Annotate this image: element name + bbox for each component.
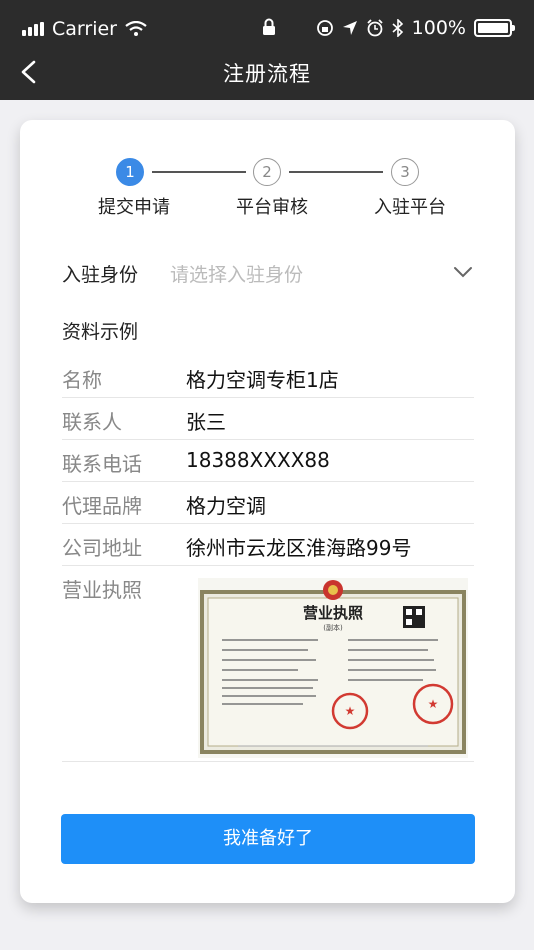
- row-key: 代理品牌: [62, 494, 142, 518]
- battery-icon: [474, 19, 515, 37]
- top-bar: Carrier 100% 注册流程: [0, 0, 534, 100]
- wifi-icon: [125, 21, 147, 36]
- info-row-name: 名称 格力空调专柜1店: [62, 356, 474, 398]
- row-key: 联系人: [62, 410, 122, 434]
- step-1-circle: 1: [116, 158, 144, 186]
- page-title: 注册流程: [223, 62, 311, 86]
- location-icon: [342, 21, 357, 35]
- info-row-contact: 联系人 张三: [62, 398, 474, 440]
- step-1-label: 提交申请: [98, 197, 170, 218]
- alarm-icon: [367, 19, 383, 37]
- step-3-circle: 3: [391, 158, 419, 186]
- carrier-label: Carrier: [52, 18, 117, 40]
- row-value: 张三: [186, 410, 226, 434]
- registration-card: 1 2 3 提交申请 平台审核 入驻平台 入驻身份 请选择入驻身份 资料示例 名…: [20, 120, 515, 903]
- orientation-lock-icon: [316, 20, 333, 36]
- identity-select[interactable]: 请选择入驻身份: [170, 260, 303, 287]
- signal-icon: [22, 22, 44, 36]
- step-2-circle: 2: [253, 158, 281, 186]
- row-key: 联系电话: [62, 452, 142, 476]
- section-title: 资料示例: [62, 321, 139, 343]
- row-value: 格力空调专柜1店: [186, 368, 339, 392]
- ready-button[interactable]: 我准备好了: [61, 814, 475, 864]
- step-3-label: 入驻平台: [374, 197, 446, 218]
- row-key: 营业执照: [62, 578, 142, 602]
- bluetooth-icon: [392, 19, 403, 37]
- info-row-address: 公司地址 徐州市云龙区淮海路99号: [62, 524, 474, 566]
- info-row-brand: 代理品牌 格力空调: [62, 482, 474, 524]
- step-connector: [152, 171, 246, 173]
- svg-text:★: ★: [428, 697, 439, 711]
- business-license-image: 营业执照 (副本) ★ ★: [198, 578, 468, 758]
- license-subtitle: (副本): [323, 623, 343, 632]
- battery-percent: 100%: [411, 17, 466, 39]
- step-2-label: 平台审核: [236, 197, 308, 218]
- row-key: 公司地址: [62, 536, 142, 560]
- info-row-phone: 联系电话 18388XXXX88: [62, 440, 474, 482]
- row-value: 格力空调: [186, 494, 266, 518]
- lock-icon: [263, 18, 275, 35]
- svg-text:★: ★: [345, 704, 356, 718]
- row-value: 18388XXXX88: [186, 448, 330, 472]
- row-key: 名称: [62, 368, 102, 392]
- status-bar: Carrier 100%: [0, 0, 534, 56]
- row-value: 徐州市云龙区淮海路99号: [186, 536, 412, 560]
- identity-label: 入驻身份: [62, 264, 139, 286]
- license-title: 营业执照: [303, 604, 363, 622]
- chevron-down-icon[interactable]: [452, 262, 474, 282]
- step-connector: [289, 171, 383, 173]
